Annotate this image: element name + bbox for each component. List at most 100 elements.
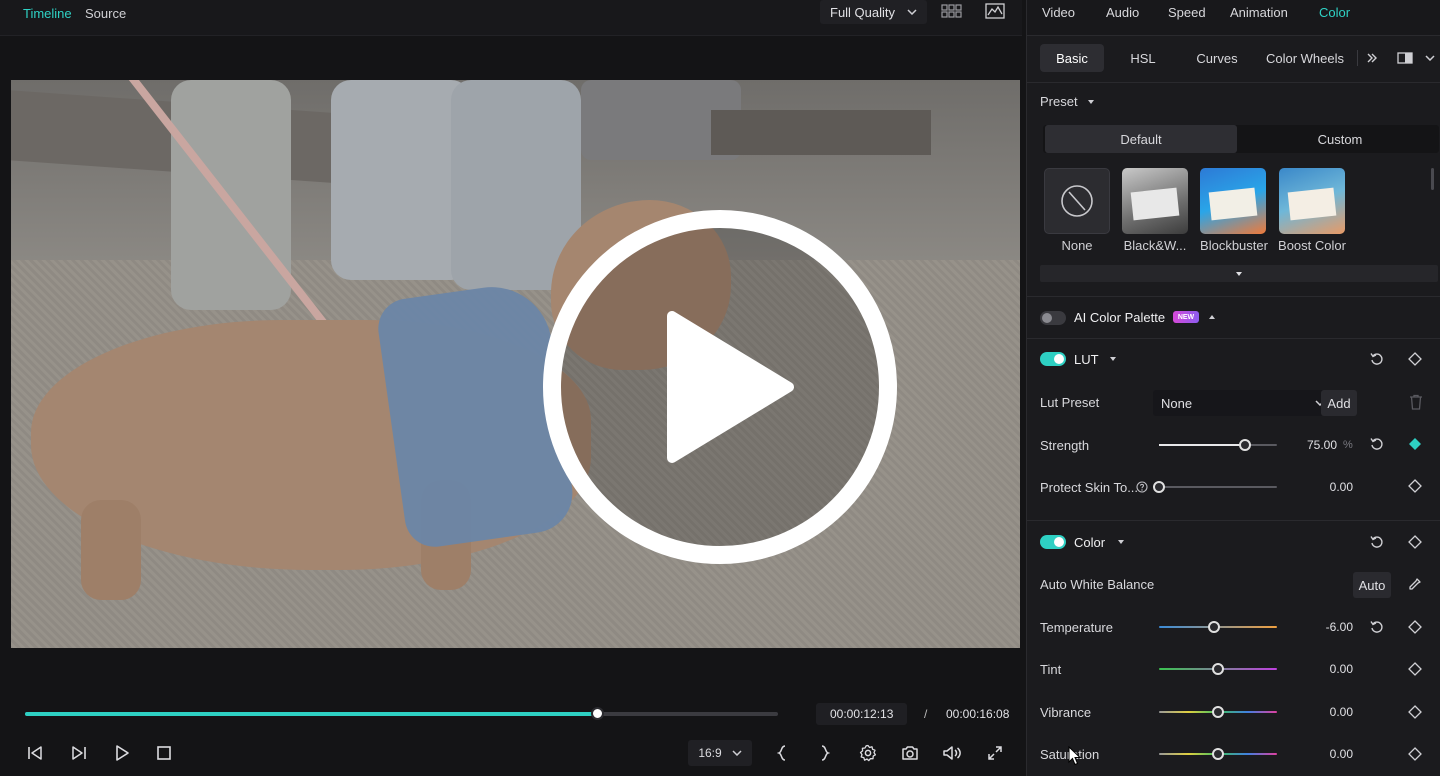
chevron-down-icon <box>1236 271 1242 276</box>
temperature-slider[interactable] <box>1159 621 1277 633</box>
keyframe-icon[interactable] <box>1407 534 1423 550</box>
temperature-slider-knob[interactable] <box>1208 621 1221 633</box>
preset-scrollbar[interactable] <box>1431 168 1434 190</box>
keyframe-icon[interactable] <box>1407 704 1423 720</box>
tab-video[interactable]: Video <box>1042 5 1075 20</box>
keyframe-icon[interactable] <box>1407 746 1423 762</box>
strength-slider-knob[interactable] <box>1239 439 1252 451</box>
reset-icon[interactable] <box>1369 351 1385 367</box>
grid-icon[interactable] <box>941 2 963 20</box>
chevron-up-icon[interactable] <box>1204 309 1220 325</box>
tab-source[interactable]: Source <box>85 6 126 21</box>
tab-timeline[interactable]: Timeline <box>23 6 72 21</box>
auto-white-balance-button[interactable]: Auto <box>1353 572 1391 598</box>
tint-slider-knob[interactable] <box>1212 663 1224 675</box>
vibrance-slider-knob[interactable] <box>1212 706 1224 718</box>
keyframe-icon[interactable] <box>1407 351 1423 367</box>
mark-out-icon[interactable] <box>815 740 835 766</box>
tint-value[interactable]: 0.00 <box>1307 662 1353 676</box>
eyedropper-icon[interactable] <box>1407 576 1423 592</box>
protect-skin-label: Protect Skin To... <box>1040 480 1139 495</box>
reset-icon[interactable] <box>1369 436 1385 452</box>
preset-custom-option[interactable]: Custom <box>1243 125 1437 153</box>
protect-skin-value[interactable]: 0.00 <box>1307 480 1353 494</box>
keyframe-active-icon[interactable] <box>1407 436 1423 452</box>
play-overlay-icon[interactable] <box>539 206 901 568</box>
more-tabs-icon[interactable] <box>1364 50 1380 66</box>
preset-black-white[interactable] <box>1122 168 1188 234</box>
playhead-knob[interactable] <box>591 707 605 720</box>
reset-icon[interactable] <box>1369 534 1385 550</box>
chevron-down-icon[interactable] <box>1105 351 1121 367</box>
player-toolbar: Timeline Source Full Quality <box>0 0 1022 36</box>
saturation-value[interactable]: 0.00 <box>1307 747 1353 761</box>
subtab-hsl[interactable]: HSL <box>1121 44 1165 72</box>
volume-icon[interactable] <box>941 740 963 766</box>
keyframe-icon[interactable] <box>1407 478 1423 494</box>
lut-preset-dropdown[interactable]: None <box>1153 390 1333 416</box>
protect-skin-slider-knob[interactable] <box>1153 481 1165 493</box>
compare-icon[interactable] <box>1397 50 1413 66</box>
tab-speed[interactable]: Speed <box>1168 5 1206 20</box>
vibrance-slider[interactable] <box>1159 706 1277 718</box>
lut-preset-value: None <box>1161 395 1193 411</box>
next-frame-icon[interactable] <box>68 740 90 766</box>
playback-progress[interactable] <box>25 707 778 720</box>
subtab-basic[interactable]: Basic <box>1040 44 1104 72</box>
lut-add-button[interactable]: Add <box>1321 390 1357 416</box>
preset-none-label: None <box>1061 238 1093 253</box>
tab-animation[interactable]: Animation <box>1230 5 1288 20</box>
preset-default-option[interactable]: Default <box>1045 125 1237 153</box>
mark-in-icon[interactable] <box>772 740 792 766</box>
subtab-curves[interactable]: Curves <box>1189 44 1245 72</box>
divider <box>1027 82 1440 83</box>
color-subtabs: Basic HSL Curves Color Wheels <box>1027 44 1440 74</box>
play-icon[interactable] <box>111 740 133 766</box>
video-preview[interactable] <box>11 80 1020 648</box>
preset-black-white-label: Black&W... <box>1123 238 1187 253</box>
preset-blockbuster[interactable] <box>1200 168 1266 234</box>
subtab-color-wheels[interactable]: Color Wheels <box>1263 44 1347 72</box>
quality-label: Full Quality <box>830 4 896 20</box>
subtab-divider <box>1357 50 1358 66</box>
strength-label: Strength <box>1040 438 1090 453</box>
chevron-down-icon[interactable] <box>1113 534 1129 550</box>
settings-icon[interactable] <box>857 740 879 766</box>
strength-slider[interactable] <box>1159 439 1277 451</box>
ai-color-palette-toggle[interactable] <box>1040 311 1066 325</box>
lut-toggle[interactable] <box>1040 352 1066 366</box>
tab-audio[interactable]: Audio <box>1106 5 1139 20</box>
preset-boost-color[interactable] <box>1279 168 1345 234</box>
trash-icon[interactable] <box>1408 394 1424 410</box>
snapshot-icon[interactable] <box>899 740 921 766</box>
tint-slider[interactable] <box>1159 663 1277 675</box>
chevron-down-icon[interactable] <box>1422 50 1438 66</box>
quality-dropdown[interactable]: Full Quality <box>820 0 928 24</box>
stop-icon[interactable] <box>153 740 175 766</box>
preset-none[interactable] <box>1044 168 1110 234</box>
scope-icon[interactable] <box>984 2 1006 20</box>
tint-label: Tint <box>1040 662 1062 677</box>
help-icon[interactable] <box>1134 479 1150 495</box>
prev-frame-icon[interactable] <box>24 740 46 766</box>
saturation-slider-knob[interactable] <box>1212 748 1224 760</box>
keyframe-icon[interactable] <box>1407 661 1423 677</box>
fullscreen-icon[interactable] <box>984 740 1006 766</box>
reset-icon[interactable] <box>1369 619 1385 635</box>
aspect-ratio-dropdown[interactable]: 16:9 <box>688 740 752 766</box>
current-time: 00:00:12:13 <box>816 703 908 725</box>
scene-leg-right <box>331 80 471 280</box>
saturation-slider[interactable] <box>1159 748 1277 760</box>
temperature-label: Temperature <box>1040 620 1113 635</box>
preset-expand-button[interactable] <box>1040 265 1438 282</box>
tab-color[interactable]: Color <box>1319 5 1350 20</box>
color-toggle[interactable] <box>1040 535 1066 549</box>
strength-value[interactable]: 75.00 <box>1291 438 1337 452</box>
preset-segment: Default Custom <box>1043 125 1439 153</box>
strength-slider-fill <box>1159 444 1246 446</box>
keyframe-icon[interactable] <box>1407 619 1423 635</box>
temperature-value[interactable]: -6.00 <box>1307 620 1353 634</box>
chevron-down-icon[interactable] <box>1083 94 1099 110</box>
vibrance-value[interactable]: 0.00 <box>1307 705 1353 719</box>
protect-skin-slider[interactable] <box>1153 481 1277 493</box>
